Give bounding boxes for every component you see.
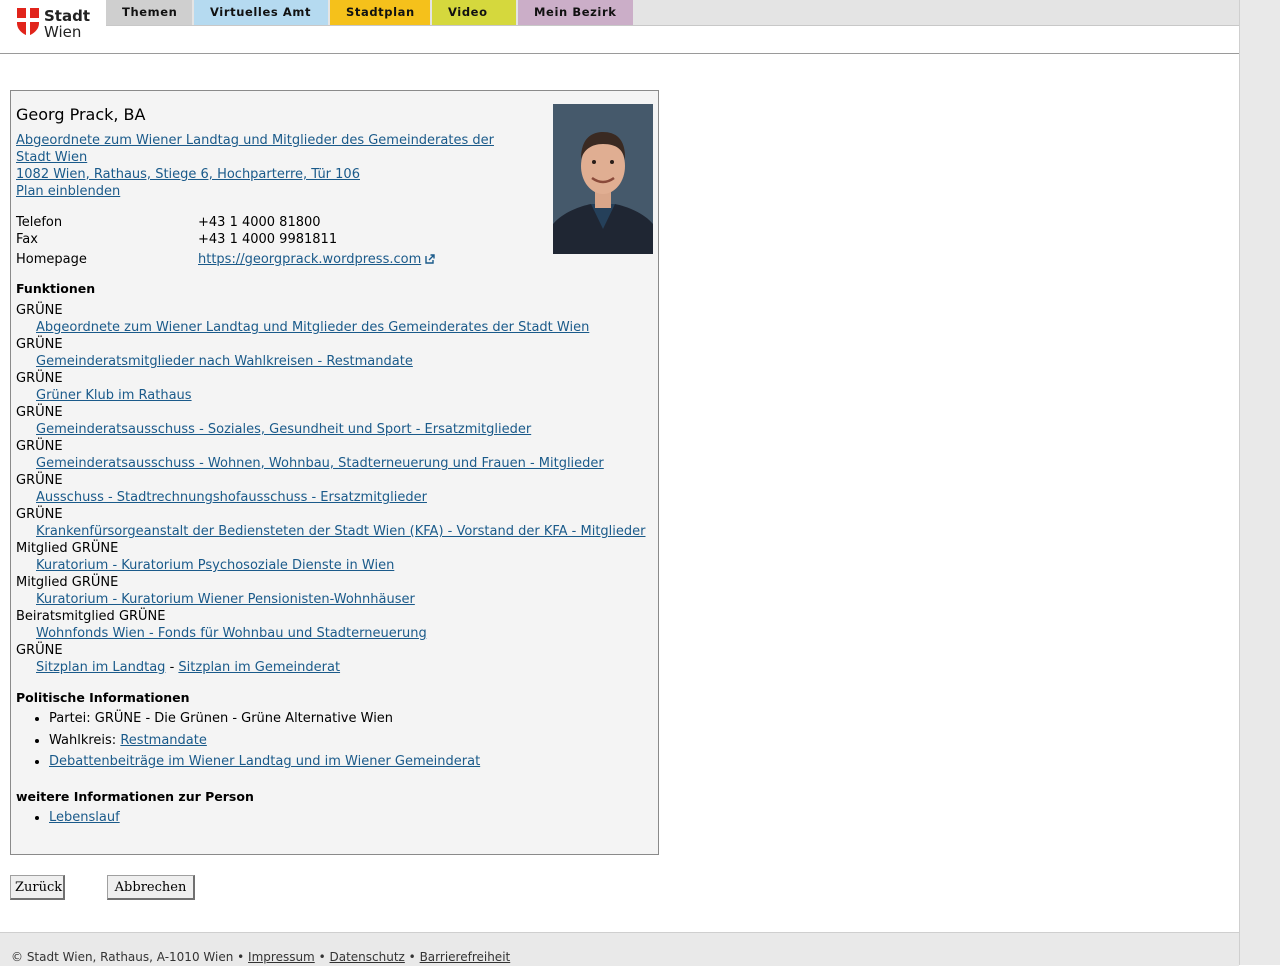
site-header: Stadt Wien Themen Virtuelles Amt Stadtpl… [0,0,1239,54]
function-role: GRÜNE [16,337,63,352]
function-link[interactable]: Krankenfürsorgeanstalt der Bediensteten … [16,523,656,540]
homepage-label: Homepage [16,252,87,267]
function-role: GRÜNE [16,303,63,318]
tab-virtuelles-amt[interactable]: Virtuelles Amt [194,0,328,25]
stadt-wien-logo[interactable]: Stadt Wien [17,8,90,40]
function-role: Mitglied GRÜNE [16,541,119,556]
footer-separator: • [237,950,245,964]
function-link[interactable]: Kuratorium - Kuratorium Wiener Pensionis… [16,591,656,608]
site-footer: © Stadt Wien, Rathaus, A-1010 Wien • Imp… [0,932,1239,966]
contact-row-fax: Fax +43 1 4000 9981811 [16,231,435,248]
district-link[interactable]: Restmandate [120,733,207,748]
political-info-heading: Politische Informationen [16,690,190,705]
back-button[interactable]: Zurück [10,875,65,900]
footer-text: © Stadt Wien, Rathaus, A-1010 Wien • Imp… [11,950,510,964]
contact-row-homepage: Homepage https://georgprack.wordpress.co… [16,251,435,268]
fax-label: Fax [16,232,38,247]
function-link[interactable]: Gemeinderatsausschuss - Wohnen, Wohnbau,… [16,455,656,472]
seating-plan-links: Sitzplan im Landtag - Sitzplan im Gemein… [16,659,656,676]
function-link[interactable]: Wohnfonds Wien - Fonds für Wohnbau und S… [16,625,656,642]
function-role: GRÜNE [16,473,63,488]
seating-plan-gemeinderat-link[interactable]: Sitzplan im Gemeinderat [178,660,340,675]
tab-stadtplan[interactable]: Stadtplan [330,0,430,25]
person-name: Georg Prack, BA [16,105,146,124]
phone-label: Telefon [16,215,63,230]
external-link-icon [425,254,435,264]
function-link[interactable]: Kuratorium - Kuratorium Psychosoziale Di… [16,557,656,574]
homepage-link[interactable]: https://georgprack.wordpress.com [198,252,421,267]
logo-text: Stadt Wien [44,8,90,40]
function-role: Beiratsmitglied GRÜNE [16,609,166,624]
contact-table: Telefon +43 1 4000 81800 Fax +43 1 4000 … [16,214,435,268]
address-link[interactable]: 1082 Wien, Rathaus, Stiege 6, Hochparter… [16,166,516,183]
phone-value: +43 1 4000 81800 [198,215,321,230]
impressum-link[interactable]: Impressum [248,950,315,964]
barrierefreiheit-link[interactable]: Barrierefreiheit [420,950,511,964]
debates-item: Debattenbeiträge im Wiener Landtag und i… [49,751,480,773]
homepage-cell: https://georgprack.wordpress.com [198,251,435,268]
cv-link[interactable]: Lebenslauf [49,810,120,825]
debates-link[interactable]: Debattenbeiträge im Wiener Landtag und i… [49,754,480,769]
function-link[interactable]: Ausschuss - Stadtrechnungshofausschuss -… [16,489,656,506]
function-link[interactable]: Gemeinderatsmitglieder nach Wahlkreisen … [16,353,656,370]
cv-item: Lebenslauf [49,807,120,829]
logo-line-2: Wien [44,23,82,41]
coat-of-arms-icon [17,8,39,36]
fax-value: +43 1 4000 9981811 [198,232,338,247]
portrait-image [553,104,653,254]
contact-row-phone: Telefon +43 1 4000 81800 [16,214,435,231]
seating-plan-landtag-link[interactable]: Sitzplan im Landtag [36,660,165,675]
district-label: Wahlkreis: [49,732,117,748]
function-role: Mitglied GRÜNE [16,575,119,590]
district-item: Wahlkreis: Restmandate [49,730,480,752]
scrollbar-track[interactable] [1239,0,1280,965]
tab-themen[interactable]: Themen [106,0,192,25]
function-link[interactable]: Grüner Klub im Rathaus [16,387,656,404]
further-info-list: Lebenslauf [16,807,120,829]
function-link[interactable]: Gemeinderatsausschuss - Soziales, Gesund… [16,421,656,438]
footer-separator: • [408,950,416,964]
tab-mein-bezirk[interactable]: Mein Bezirk [518,0,633,25]
further-info-heading: weitere Informationen zur Person [16,789,254,804]
datenschutz-link[interactable]: Datenschutz [329,950,404,964]
role-link[interactable]: Abgeordnete zum Wiener Landtag und Mitgl… [16,132,516,166]
seating-separator: - [169,660,175,675]
person-photo [553,104,653,254]
functions-heading: Funktionen [16,281,96,296]
footer-separator: • [318,950,326,964]
cancel-button[interactable]: Abbrechen [107,875,195,900]
function-role: GRÜNE [16,643,63,658]
function-role: GRÜNE [16,371,63,386]
party-item: Partei: GRÜNE - Die Grünen - Grüne Alter… [49,708,480,730]
function-role: GRÜNE [16,439,63,454]
tab-video[interactable]: Video [432,0,516,25]
show-plan-link[interactable]: Plan einblenden [16,183,120,200]
main-navigation: Themen Virtuelles Amt Stadtplan Video Me… [106,0,635,25]
function-role: GRÜNE [16,405,63,420]
logo-line-1: Stadt [44,7,91,25]
address-block: Abgeordnete zum Wiener Landtag und Mitgl… [16,132,516,200]
person-card: Georg Prack, BA Abgeordnete zum Wiener L… [10,90,659,855]
political-info-list: Partei: GRÜNE - Die Grünen - Grüne Alter… [16,708,480,773]
function-role: GRÜNE [16,507,63,522]
functions-list: GRÜNE Abgeordnete zum Wiener Landtag und… [16,302,656,676]
function-link[interactable]: Abgeordnete zum Wiener Landtag und Mitgl… [16,319,656,336]
copyright-text: © Stadt Wien, Rathaus, A-1010 Wien [11,950,234,964]
